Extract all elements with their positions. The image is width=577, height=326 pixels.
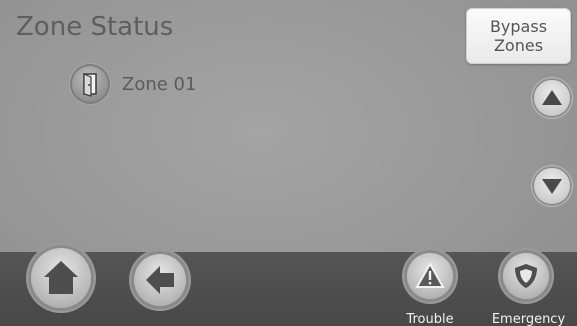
bypass-zones-button[interactable]: Bypass Zones	[466, 8, 571, 64]
back-arrow-icon	[146, 266, 174, 294]
door-open-icon	[70, 64, 110, 104]
back-button[interactable]	[131, 251, 189, 309]
home-icon	[44, 261, 78, 294]
emergency-label: Emergency	[491, 312, 566, 326]
home-button[interactable]	[28, 245, 94, 311]
triangle-up-icon	[542, 90, 562, 105]
trouble-label: Trouble	[406, 312, 454, 326]
emergency-button[interactable]	[500, 250, 552, 302]
warning-icon	[415, 261, 445, 288]
zone-item[interactable]: Zone 01	[70, 64, 196, 104]
scroll-down-button[interactable]	[532, 166, 572, 206]
zone-status-screen: Zone Status Bypass Zones Zone 01 Trouble…	[0, 0, 577, 326]
page-title: Zone Status	[16, 12, 174, 42]
bypass-zones-label-line2: Zones	[493, 36, 544, 55]
trouble-button[interactable]	[404, 250, 456, 302]
triangle-down-icon	[542, 179, 562, 194]
zone-label: Zone 01	[122, 73, 197, 95]
bypass-zones-label-line1: Bypass	[489, 17, 548, 36]
scroll-up-button[interactable]	[532, 78, 572, 118]
shield-icon	[515, 264, 537, 288]
